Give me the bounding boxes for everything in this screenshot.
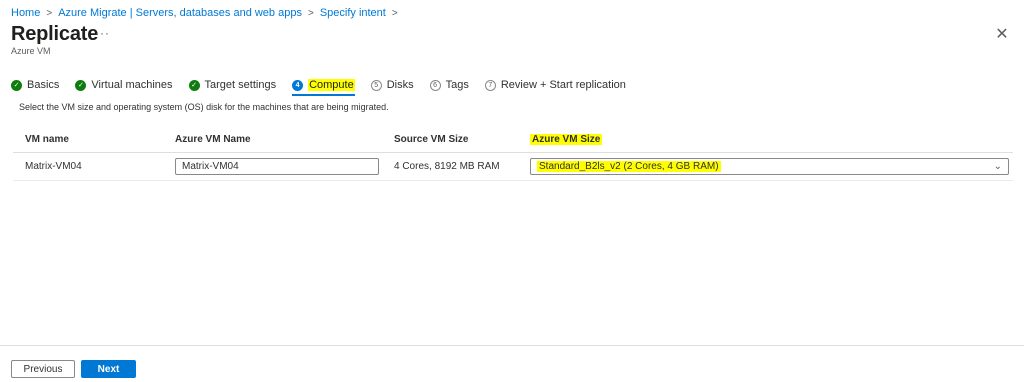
wizard-steps: ✓ Basics ✓ Virtual machines ✓ Target set… xyxy=(11,76,642,96)
breadcrumb-azure-migrate[interactable]: Azure Migrate | Servers, databases and w… xyxy=(58,7,302,19)
chevron-right-icon: > xyxy=(46,7,53,19)
breadcrumb-home[interactable]: Home xyxy=(11,7,40,19)
check-circle-icon: ✓ xyxy=(188,79,200,91)
step-number-icon: 4 xyxy=(292,79,304,91)
check-circle-icon: ✓ xyxy=(11,79,22,91)
step-label: Virtual machines xyxy=(91,79,173,91)
step-label: Target settings xyxy=(204,79,277,91)
azure-vm-name-input[interactable] xyxy=(175,158,379,175)
page-title: Replicate xyxy=(11,23,99,45)
chevron-right-icon: > xyxy=(307,7,314,19)
step-label: Review + Start replication xyxy=(500,79,626,91)
azure-vm-size-value: Standard_B2ls_v2 (2 Cores, 4 GB RAM) xyxy=(537,161,721,172)
column-header-vm-name: VM name xyxy=(25,134,69,145)
cell-vm-name: Matrix-VM04 xyxy=(25,161,82,172)
table-row: Matrix-VM04 4 Cores, 8192 MB RAM Standar… xyxy=(13,153,1013,181)
cell-azure-vm-name xyxy=(162,158,382,175)
column-header-azure-vm-size-label: Azure VM Size xyxy=(530,134,603,145)
step-target-settings[interactable]: ✓ Target settings xyxy=(188,76,277,94)
step-disks[interactable]: 5 Disks xyxy=(370,76,414,94)
step-basics[interactable]: ✓ Basics xyxy=(11,76,59,94)
azure-vm-size-dropdown[interactable]: Standard_B2ls_v2 (2 Cores, 4 GB RAM) ⌄ xyxy=(530,158,1009,175)
more-options-icon[interactable]: ··· xyxy=(95,26,110,40)
next-button[interactable]: Next xyxy=(81,360,136,378)
page-subtitle: Azure VM xyxy=(11,46,51,56)
step-number-icon: 7 xyxy=(484,79,496,91)
breadcrumb-specify-intent[interactable]: Specify intent xyxy=(320,7,386,19)
cell-source-vm-size: 4 Cores, 8192 MB RAM xyxy=(394,161,500,172)
footer-bar: Previous Next xyxy=(0,345,1024,382)
check-circle-icon: ✓ xyxy=(75,79,87,91)
step-label: Basics xyxy=(27,79,60,91)
column-header-azure-vm-size: Azure VM Size xyxy=(518,134,1013,145)
cell-azure-vm-size: Standard_B2ls_v2 (2 Cores, 4 GB RAM) ⌄ xyxy=(518,158,1013,175)
step-label: Disks xyxy=(386,79,414,91)
breadcrumb: Home > Azure Migrate | Servers, database… xyxy=(11,5,404,21)
chevron-down-icon: ⌄ xyxy=(993,160,1002,172)
step-tags[interactable]: 6 Tags xyxy=(429,76,469,94)
step-virtual-machines[interactable]: ✓ Virtual machines xyxy=(75,76,173,94)
step-label: Tags xyxy=(445,79,469,91)
table-header: VM name Azure VM Name Source VM Size Azu… xyxy=(13,127,1013,153)
step-review-start-replication[interactable]: 7 Review + Start replication xyxy=(484,76,626,94)
compute-table: VM name Azure VM Name Source VM Size Azu… xyxy=(13,127,1013,181)
previous-button[interactable]: Previous xyxy=(11,360,75,378)
chevron-right-icon: > xyxy=(391,7,398,19)
step-label: Compute xyxy=(308,79,355,91)
step-number-icon: 6 xyxy=(429,79,441,91)
close-icon[interactable]: ✕ xyxy=(994,26,1010,43)
column-header-source-vm-size: Source VM Size xyxy=(394,134,469,145)
page-description: Select the VM size and operating system … xyxy=(19,102,389,112)
step-compute[interactable]: 4 Compute xyxy=(292,76,355,96)
column-header-azure-vm-name: Azure VM Name xyxy=(175,134,251,145)
step-number-icon: 5 xyxy=(370,79,382,91)
